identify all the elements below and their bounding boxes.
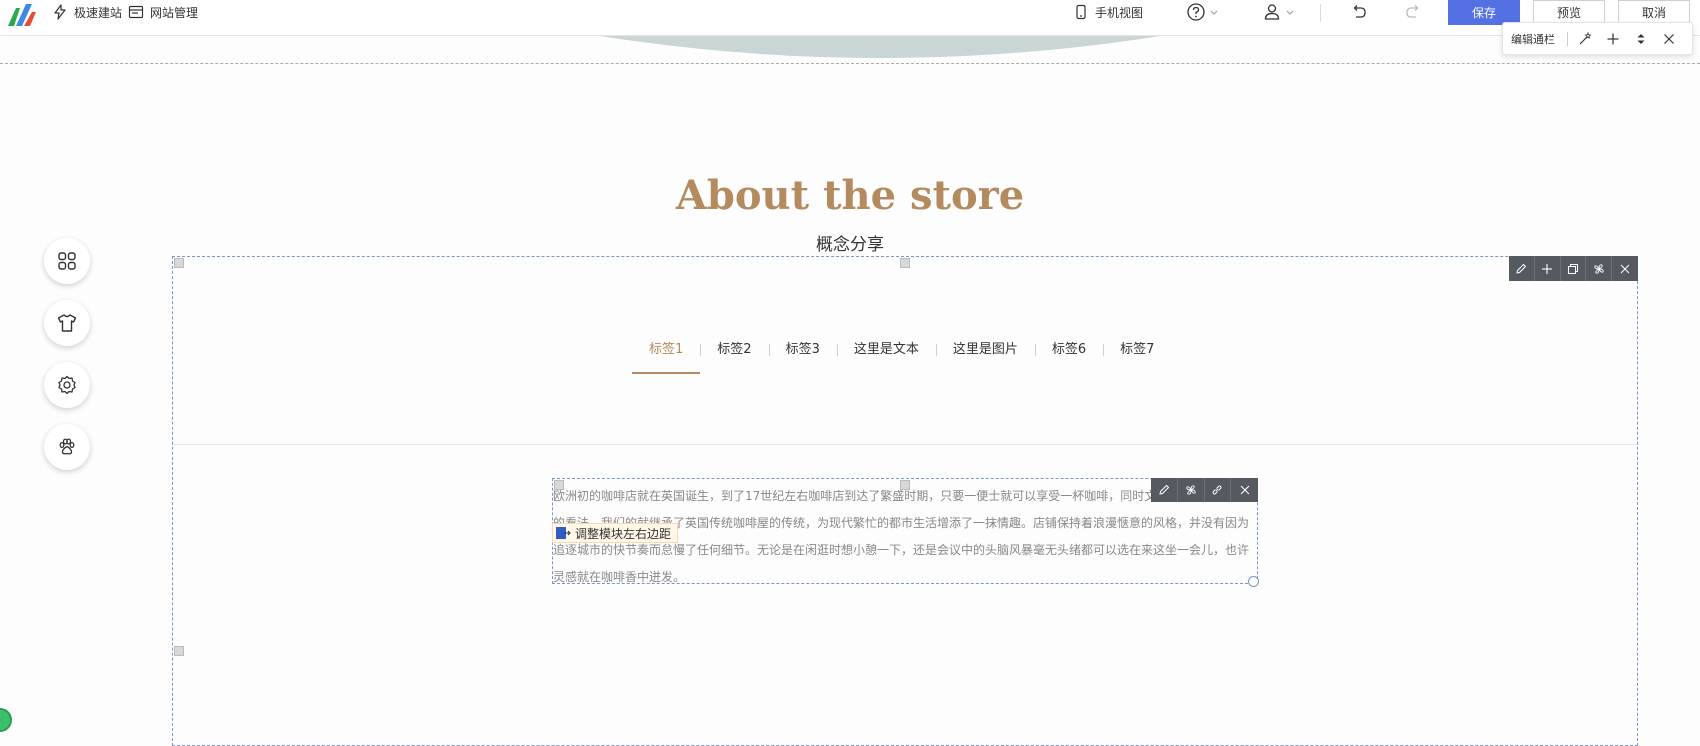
resize-handle[interactable] bbox=[900, 258, 910, 268]
move-updown-icon[interactable] bbox=[1634, 32, 1648, 46]
tab-3[interactable]: 标签3 bbox=[768, 338, 837, 374]
mobile-view-button[interactable]: 手机视图 bbox=[1073, 0, 1143, 24]
tab-6[interactable]: 标签6 bbox=[1034, 338, 1103, 374]
copy-icon bbox=[1567, 263, 1578, 274]
resize-handle[interactable] bbox=[554, 480, 564, 490]
close-icon bbox=[1620, 264, 1630, 273]
section-divider bbox=[0, 63, 1700, 64]
add-button[interactable] bbox=[1535, 256, 1561, 281]
close-icon[interactable] bbox=[1662, 32, 1676, 46]
chevron-down-icon bbox=[1210, 10, 1218, 15]
phone-icon bbox=[1076, 4, 1086, 20]
site-manage-link[interactable]: 网站管理 bbox=[128, 0, 198, 24]
tab-bar: 标签1 标签2 标签3 这里是文本 这里是图片 标签6 标签7 bbox=[632, 338, 1171, 374]
undo-icon bbox=[1353, 5, 1366, 18]
edit-bar-label[interactable]: 编辑通栏 bbox=[1511, 31, 1555, 47]
components-button[interactable] bbox=[44, 238, 90, 284]
margin-adjust-label: 调整模块左右边距 bbox=[575, 526, 672, 541]
top-toolbar: 极速建站 网站管理 手机视图 保存 预览 取消 bbox=[0, 0, 1700, 36]
settings-button[interactable] bbox=[44, 362, 90, 408]
help-icon bbox=[1187, 3, 1205, 21]
edit-bar-divider bbox=[1567, 31, 1568, 46]
status-indicator bbox=[0, 708, 12, 732]
edit-bar-popup: 编辑通栏 bbox=[1502, 22, 1693, 55]
module-toolbar bbox=[1509, 256, 1638, 281]
tab-2[interactable]: 标签2 bbox=[700, 338, 768, 374]
gear-icon bbox=[58, 375, 76, 395]
site-logo[interactable] bbox=[6, 2, 38, 28]
pencil-icon bbox=[1516, 263, 1527, 274]
link-button[interactable] bbox=[1205, 478, 1232, 502]
window-icon bbox=[128, 5, 144, 19]
page-subtitle: 概念分享 bbox=[816, 235, 884, 255]
help-menu[interactable] bbox=[1186, 0, 1224, 24]
user-icon bbox=[1264, 4, 1280, 20]
magic-wand-icon[interactable] bbox=[1578, 31, 1592, 46]
lightning-icon bbox=[54, 4, 66, 20]
grid-apps-icon bbox=[58, 252, 76, 270]
tab-1[interactable]: 标签1 bbox=[632, 338, 701, 374]
site-manage-label: 网站管理 bbox=[150, 5, 199, 20]
animation-button[interactable] bbox=[1586, 256, 1613, 281]
resize-handle[interactable] bbox=[174, 258, 184, 268]
corner-resize-handle[interactable] bbox=[1248, 576, 1259, 587]
resize-handle[interactable] bbox=[174, 646, 184, 656]
resize-handle[interactable] bbox=[900, 480, 910, 490]
paw-icon bbox=[59, 438, 75, 455]
plus-icon[interactable] bbox=[1606, 32, 1620, 46]
pet-button[interactable] bbox=[44, 424, 90, 470]
copy-button[interactable] bbox=[1561, 256, 1587, 281]
link-icon bbox=[1212, 485, 1222, 495]
delete-text-button[interactable] bbox=[1231, 478, 1258, 502]
plus-icon bbox=[1542, 263, 1553, 274]
quick-build-label: 极速建站 bbox=[74, 5, 123, 20]
quick-build-link[interactable]: 极速建站 bbox=[52, 0, 122, 24]
tab-image[interactable]: 这里是图片 bbox=[935, 338, 1035, 374]
banner-decoration bbox=[600, 36, 1160, 58]
tab-text[interactable]: 这里是文本 bbox=[836, 338, 936, 374]
tab-content-divider bbox=[173, 444, 1637, 445]
margin-adjust-tooltip[interactable]: 调整模块左右边距 bbox=[552, 523, 679, 543]
edit-text-button[interactable] bbox=[1151, 478, 1178, 502]
theme-button[interactable] bbox=[44, 300, 90, 346]
mobile-view-label: 手机视图 bbox=[1095, 5, 1144, 20]
horizontal-resize-icon bbox=[556, 527, 571, 539]
tshirt-icon bbox=[57, 314, 77, 332]
pinwheel-icon bbox=[1594, 263, 1604, 274]
pencil-icon bbox=[1159, 484, 1170, 495]
delete-button[interactable] bbox=[1612, 256, 1638, 281]
text-module-toolbar bbox=[1151, 478, 1258, 502]
undo-button[interactable] bbox=[1350, 0, 1374, 24]
chevron-down-icon bbox=[1286, 10, 1294, 15]
redo-icon bbox=[1406, 5, 1419, 18]
pinwheel-icon bbox=[1186, 485, 1196, 495]
close-icon bbox=[1240, 485, 1250, 495]
tab-7[interactable]: 标签7 bbox=[1103, 338, 1171, 374]
page-title: About the store bbox=[675, 172, 1025, 219]
edit-button[interactable] bbox=[1509, 256, 1535, 281]
text-animation-button[interactable] bbox=[1178, 478, 1205, 502]
user-menu[interactable] bbox=[1262, 0, 1300, 24]
redo-button[interactable] bbox=[1404, 0, 1428, 24]
toolbar-divider bbox=[1320, 4, 1321, 22]
